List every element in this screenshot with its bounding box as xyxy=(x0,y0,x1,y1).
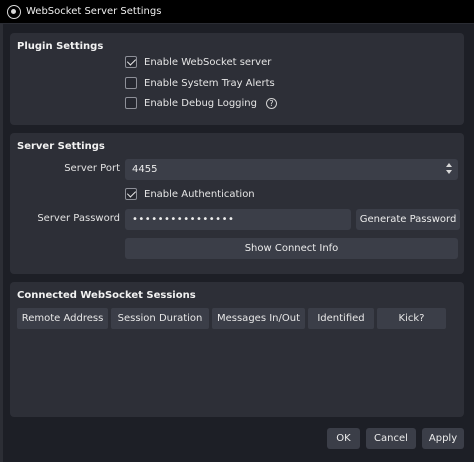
obs-logo-icon xyxy=(7,5,21,19)
cancel-button[interactable]: Cancel xyxy=(366,428,416,449)
server-settings-group: Server Settings Server Port 4455 Enable … xyxy=(10,133,464,274)
column-session-duration[interactable]: Session Duration xyxy=(111,308,209,329)
server-settings-title: Server Settings xyxy=(17,141,105,152)
server-port-value: 4455 xyxy=(132,164,158,175)
plugin-settings-group: Plugin Settings Enable WebSocket server … xyxy=(10,33,464,125)
checkbox-box[interactable] xyxy=(125,188,137,200)
connected-sessions-group: Connected WebSocket Sessions Remote Addr… xyxy=(10,282,464,417)
server-password-label: Server Password xyxy=(37,213,120,224)
column-identified[interactable]: Identified xyxy=(308,308,374,329)
column-remote-address[interactable]: Remote Address xyxy=(17,308,108,329)
checkbox-label: Enable WebSocket server xyxy=(144,56,272,68)
server-port-label: Server Port xyxy=(64,163,120,174)
enable-debug-logging-checkbox[interactable]: Enable Debug Logging ? xyxy=(125,97,277,109)
ok-button[interactable]: OK xyxy=(327,428,360,449)
title-bar: WebSocket Server Settings xyxy=(0,0,474,24)
show-connect-info-button[interactable]: Show Connect Info xyxy=(125,238,458,259)
plugin-settings-title: Plugin Settings xyxy=(17,41,104,52)
checkbox-label: Enable Debug Logging xyxy=(144,97,257,109)
server-port-spinbox[interactable]: 4455 xyxy=(125,159,458,180)
checkbox-box[interactable] xyxy=(125,97,137,109)
server-password-value: •••••••••••••••• xyxy=(132,214,235,225)
sessions-table-body[interactable] xyxy=(17,329,456,410)
generate-password-button[interactable]: Generate Password xyxy=(356,209,460,230)
enable-system-tray-alerts-checkbox[interactable]: Enable System Tray Alerts xyxy=(125,77,275,89)
checkbox-label: Enable System Tray Alerts xyxy=(144,77,275,89)
column-kick[interactable]: Kick? xyxy=(377,308,446,329)
apply-button[interactable]: Apply xyxy=(422,428,464,449)
spin-arrows-icon[interactable] xyxy=(444,160,454,178)
server-password-field[interactable]: •••••••••••••••• xyxy=(125,209,351,230)
window-edge xyxy=(0,24,3,462)
enable-websocket-server-checkbox[interactable]: Enable WebSocket server xyxy=(125,56,271,68)
question-circle-icon[interactable]: ? xyxy=(265,97,277,109)
column-messages-in-out[interactable]: Messages In/Out xyxy=(212,308,305,329)
window-title: WebSocket Server Settings xyxy=(26,6,162,17)
checkbox-box[interactable] xyxy=(125,77,137,89)
checkbox-label: Enable Authentication xyxy=(144,188,255,200)
checkbox-box[interactable] xyxy=(125,56,137,68)
connected-sessions-title: Connected WebSocket Sessions xyxy=(17,290,196,301)
enable-authentication-checkbox[interactable]: Enable Authentication xyxy=(125,188,255,200)
sessions-table-header: Remote Address Session Duration Messages… xyxy=(17,308,446,329)
